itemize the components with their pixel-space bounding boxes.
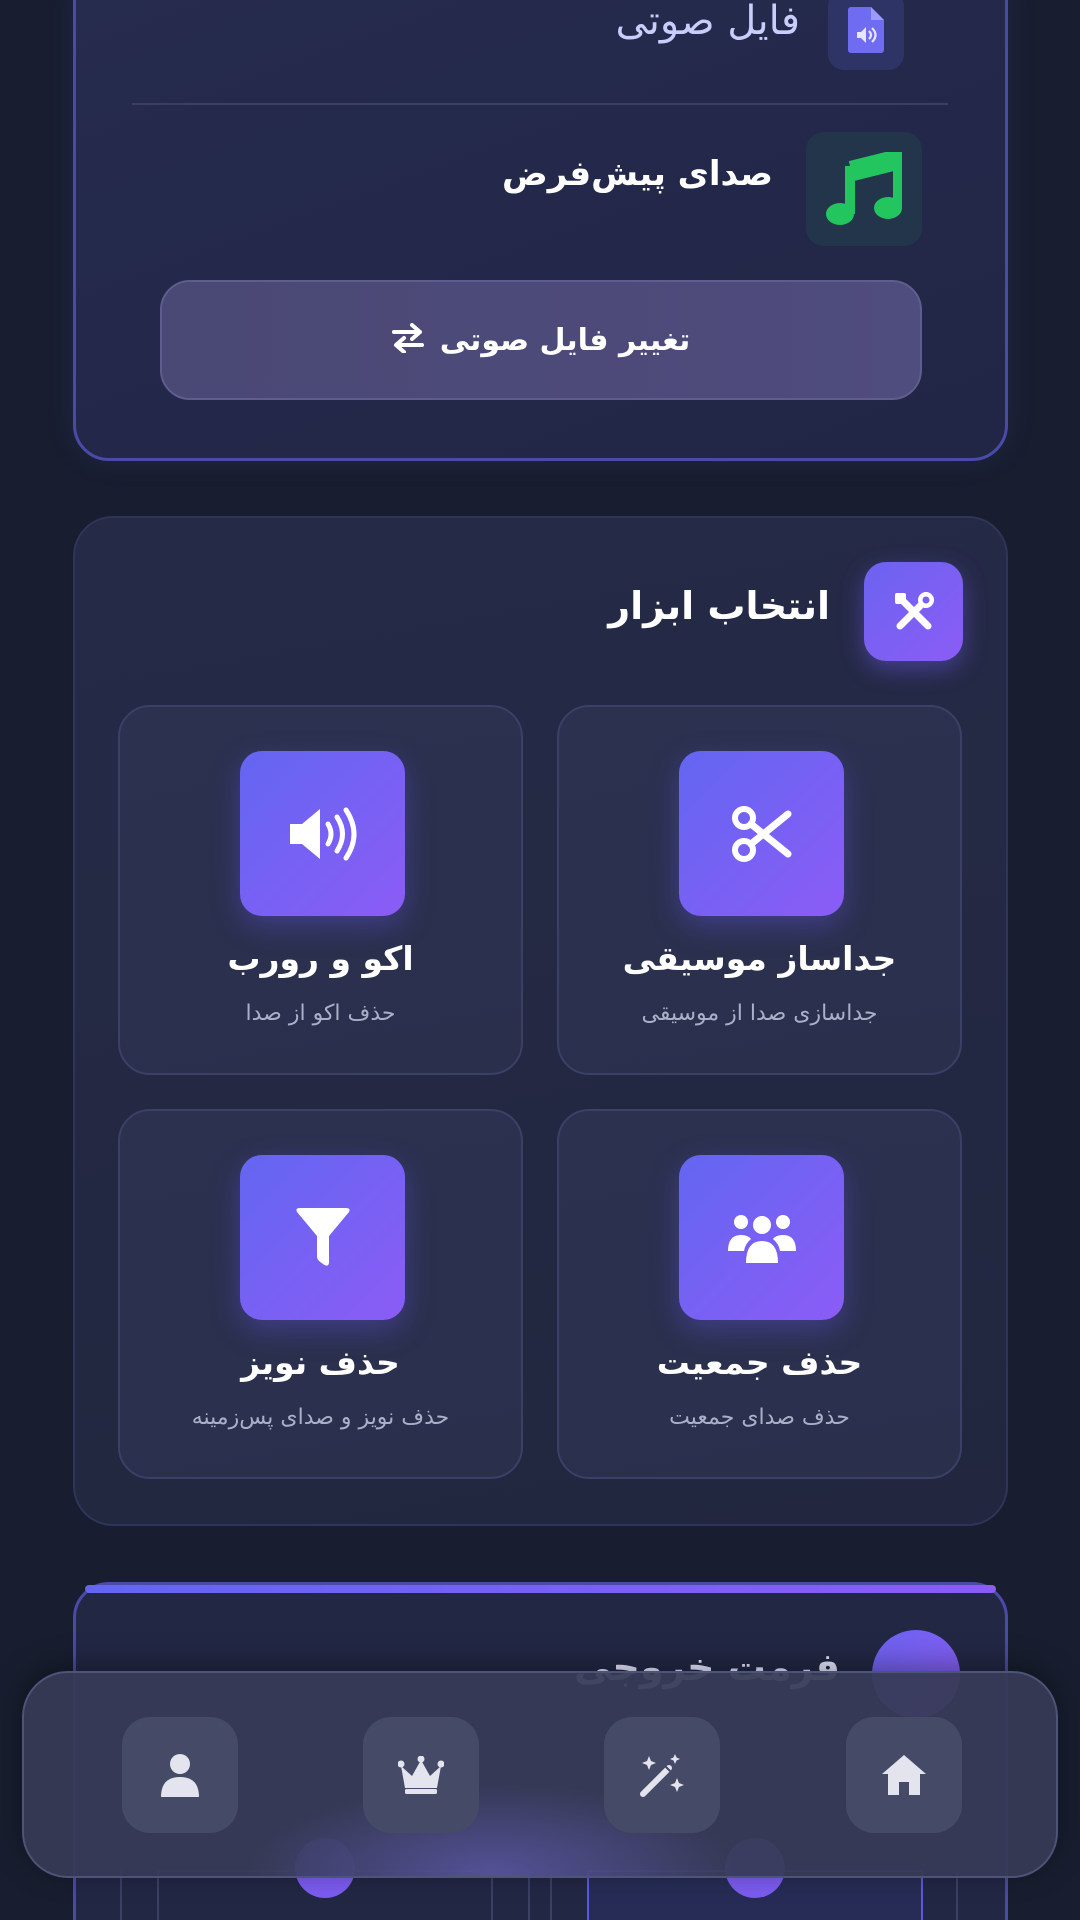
home-icon xyxy=(882,1755,926,1795)
tool-description: حذف نویز و صدای پس‌زمینه xyxy=(191,1405,450,1430)
tool-name: حذف نویز xyxy=(241,1343,400,1382)
nav-profile-button[interactable] xyxy=(122,1717,238,1833)
card-accent-bar xyxy=(85,1585,996,1593)
audio-file-title: فایل صوتی xyxy=(615,0,800,44)
divider xyxy=(132,103,948,105)
tool-echo-reverb[interactable]: اکو و رورب حذف اکو از صدا xyxy=(118,705,523,1075)
tool-description: جداسازی صدا از موسیقی xyxy=(641,1001,878,1026)
nav-premium-button[interactable] xyxy=(363,1717,479,1833)
tool-description: حذف صدای جمعیت xyxy=(669,1405,850,1430)
default-sound-label: صدای پیش‌فرض xyxy=(501,154,773,194)
tool-music-separator[interactable]: جداساز موسیقی جداسازی صدا از موسیقی xyxy=(557,705,962,1075)
user-icon xyxy=(161,1754,199,1797)
tool-name: اکو و رورب xyxy=(227,939,414,978)
crown-icon xyxy=(398,1756,444,1794)
tool-crowd-removal[interactable]: حذف جمعیت حذف صدای جمعیت xyxy=(557,1109,962,1479)
nav-home-button[interactable] xyxy=(846,1717,962,1833)
speaker-icon xyxy=(240,751,405,916)
tool-name: جداساز موسیقی xyxy=(622,939,897,978)
users-icon xyxy=(679,1155,844,1320)
change-audio-file-label: تغییر فایل صوتی xyxy=(439,322,691,358)
nav-magic-button[interactable] xyxy=(604,1717,720,1833)
tool-name: حذف جمعیت xyxy=(656,1343,863,1382)
swap-arrows-icon xyxy=(391,323,424,357)
audio-file-icon xyxy=(828,0,904,70)
change-audio-file-button[interactable]: تغییر فایل صوتی xyxy=(160,280,922,400)
music-note-icon xyxy=(806,132,922,246)
magic-wand-icon xyxy=(640,1754,684,1797)
bottom-nav xyxy=(22,1671,1058,1878)
tool-select-title: انتخاب ابزار xyxy=(608,584,830,628)
scissors-icon xyxy=(679,751,844,916)
tool-noise-removal[interactable]: حذف نویز حذف نویز و صدای پس‌زمینه xyxy=(118,1109,523,1479)
tool-description: حذف اکو از صدا xyxy=(245,1001,396,1026)
filter-icon xyxy=(240,1155,405,1320)
tools-icon xyxy=(864,562,963,661)
